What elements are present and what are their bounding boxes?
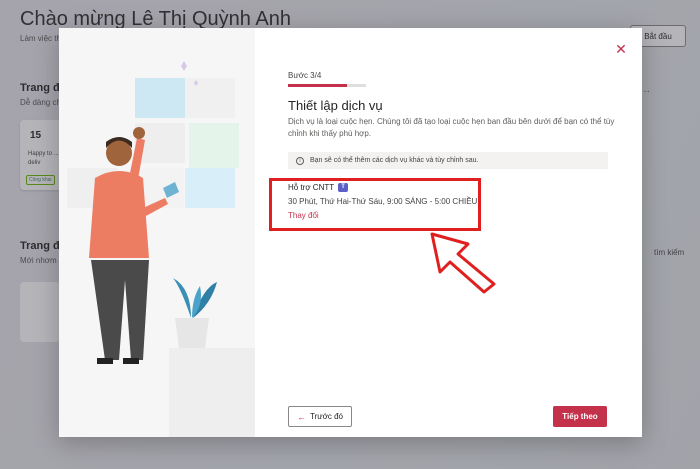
step-indicator: Bước 3/4 — [288, 71, 322, 80]
highlight-box — [269, 178, 481, 231]
tile-shape — [135, 78, 185, 118]
person-shoe — [97, 358, 113, 364]
illustration-panel — [59, 28, 255, 437]
person-shirt — [89, 171, 149, 258]
description-text: Dịch vụ là loại cuộc hẹn. Chúng tôi đã t… — [288, 117, 615, 138]
leaf-shape — [173, 278, 191, 318]
pointer-arrow-icon — [430, 232, 496, 294]
info-icon: i — [296, 156, 304, 165]
progress-bar-fill — [288, 84, 347, 87]
tile-shape — [185, 168, 235, 208]
sparkle-shape — [181, 61, 187, 71]
tile-shape — [189, 123, 239, 168]
back-button[interactable]: ← Trước đó — [288, 406, 352, 427]
person-pants — [91, 260, 149, 360]
back-button-label: Trước đó — [310, 412, 343, 421]
pot-shape — [175, 318, 209, 348]
progress-bar — [288, 84, 366, 87]
info-banner: i Bạn sẽ có thể thêm các dịch vụ khác và… — [288, 152, 608, 169]
tile-shape — [185, 78, 235, 118]
info-text: Bạn sẽ có thể thêm các dịch vụ khác và t… — [310, 157, 479, 164]
arrow-left-icon: ← — [297, 411, 306, 422]
shelf-shape — [169, 348, 255, 437]
close-icon[interactable]: ✕ — [614, 42, 628, 56]
person-shoe — [123, 358, 139, 364]
person-illustration — [67, 61, 255, 437]
person-hand — [133, 127, 145, 139]
setup-dialog: ✕ Bước 3/4 Thiết lập dịch vụ Dịch vụ là … — [59, 28, 642, 437]
page-title: Thiết lập dịch vụ — [288, 98, 383, 113]
next-button[interactable]: Tiếp theo — [553, 406, 607, 427]
